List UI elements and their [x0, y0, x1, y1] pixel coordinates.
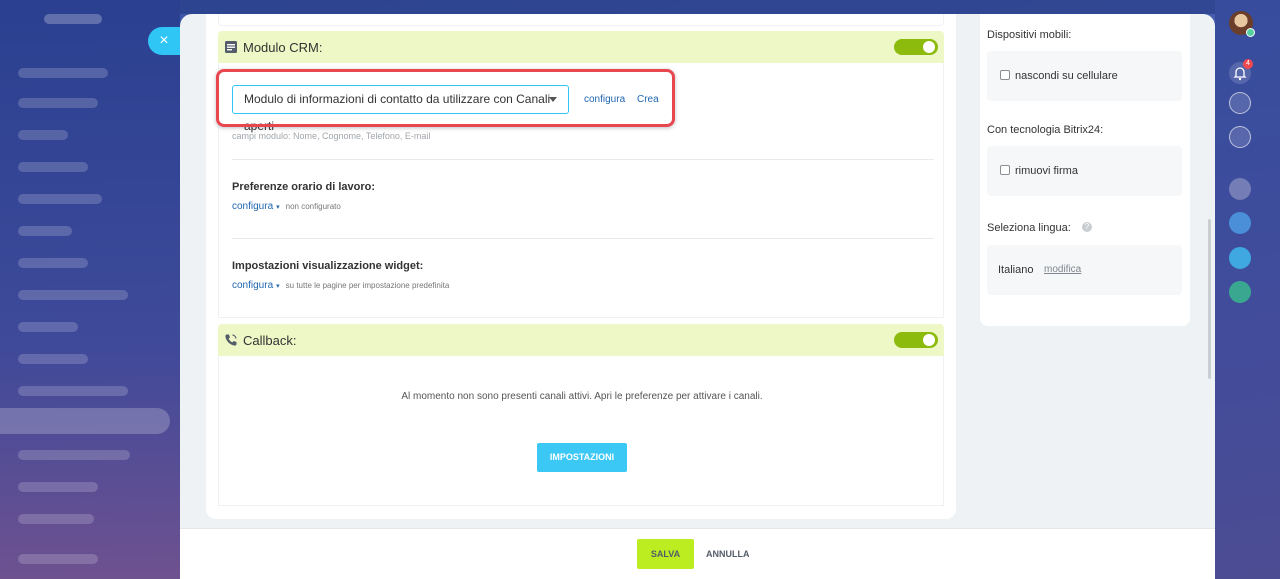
previous-section-edge [218, 14, 944, 26]
save-button[interactable]: SALVA [637, 539, 694, 569]
notification-count-badge: 4 [1243, 59, 1253, 69]
divider [232, 238, 934, 239]
bg-menu-item [18, 554, 98, 564]
bg-menu-item [18, 162, 88, 172]
bg-menu-item [18, 450, 130, 460]
work-hours-label: Preferenze orario di lavoro: [232, 181, 376, 193]
target-icon[interactable] [1229, 92, 1251, 114]
callback-section-toggle[interactable] [894, 332, 938, 348]
highlight-annotation [216, 69, 675, 127]
chevron-down-icon[interactable]: ▾ [276, 283, 280, 290]
language-value: Italiano [998, 264, 1034, 276]
phone-icon [224, 333, 238, 347]
scrollbar[interactable] [1208, 219, 1211, 379]
crm-section-header: Modulo CRM: [218, 31, 944, 63]
crm-section-toggle[interactable] [894, 39, 938, 55]
close-slider-button[interactable]: × [148, 27, 180, 55]
remove-signature-checkbox[interactable] [1000, 165, 1010, 175]
settings-button[interactable]: IMPOSTAZIONI [537, 443, 627, 472]
callback-section-title: Callback: [243, 332, 297, 348]
online-status-badge [1246, 28, 1255, 37]
portal-logo [44, 14, 102, 24]
bitrix-branding-header: Con tecnologia Bitrix24: [987, 124, 1104, 136]
main-settings-panel: Modulo CRM: Modulo di informazioni di co… [206, 14, 956, 519]
widget-configure-link[interactable]: configura [232, 280, 273, 291]
side-settings-panel: Dispositivi mobili: nascondi su cellular… [980, 14, 1190, 326]
remove-signature-label: rimuovi firma [1015, 165, 1078, 177]
divider [232, 159, 934, 160]
settings-slider: Modulo CRM: Modulo di informazioni di co… [180, 14, 1215, 579]
background-portal-sidebar [0, 0, 180, 579]
group-avatar[interactable] [1229, 178, 1251, 200]
callback-empty-message: Al momento non sono presenti canali atti… [401, 391, 763, 402]
search-chat-icon[interactable] [1229, 126, 1251, 148]
bg-menu-item [18, 514, 94, 524]
bg-menu-item [18, 258, 88, 268]
cancel-button[interactable]: ANNULLA [706, 539, 750, 569]
bg-menu-item [18, 322, 78, 332]
widget-display-config: configura ▾ su tutte le pagine per imposta… [232, 280, 449, 291]
callback-section-header: Callback: [218, 324, 944, 356]
hide-mobile-checkbox[interactable] [1000, 70, 1010, 80]
select-language-header: Seleziona lingua: [987, 222, 1071, 234]
crm-section-title: Modulo CRM: [243, 39, 323, 55]
close-icon: × [159, 32, 169, 49]
background-top-strip [180, 0, 1215, 14]
chat-icon[interactable] [1229, 247, 1251, 269]
widget-display-status: su tutte le pagine per impostazione pred… [285, 281, 450, 290]
bg-menu-item [18, 68, 108, 78]
widget-display-label: Impostazioni visualizzazione widget: [232, 260, 424, 272]
bg-menu-item-active [0, 408, 170, 434]
language-edit-link[interactable]: modifica [1044, 264, 1081, 275]
work-hours-status: non configurato [285, 202, 341, 211]
bg-menu-item [18, 226, 72, 236]
footer-bar: SALVA ANNULLA [180, 528, 1215, 579]
bookmark-icon[interactable] [1229, 212, 1251, 234]
crm-fields-hint: campi modulo: Nome, Cognome, Telefono, E… [232, 131, 431, 141]
bg-menu-item [18, 386, 128, 396]
form-icon [224, 40, 238, 54]
work-hours-configure-link[interactable]: configura [232, 201, 273, 212]
toggle-knob [923, 334, 935, 346]
bg-menu-item [18, 98, 98, 108]
mobile-devices-box: nascondi su cellulare [987, 51, 1182, 101]
bg-menu-item [18, 194, 102, 204]
hide-mobile-label: nascondi su cellulare [1015, 70, 1118, 82]
chevron-down-icon[interactable]: ▾ [276, 204, 280, 211]
callback-section-body: Al momento non sono presenti canali atti… [218, 356, 944, 506]
toggle-knob [923, 41, 935, 53]
bg-menu-item [18, 130, 68, 140]
bitrix-branding-box: rimuovi firma [987, 146, 1182, 196]
help-icon[interactable]: ? [1082, 222, 1092, 232]
work-hours-config: configura ▾ non configurato [232, 201, 341, 212]
language-box: Italiano modifica [987, 245, 1182, 295]
bg-menu-item [18, 354, 88, 364]
calendar-icon[interactable] [1229, 281, 1251, 303]
bg-menu-item [18, 290, 128, 300]
bg-menu-item [18, 482, 98, 492]
mobile-devices-header: Dispositivi mobili: [987, 29, 1072, 41]
